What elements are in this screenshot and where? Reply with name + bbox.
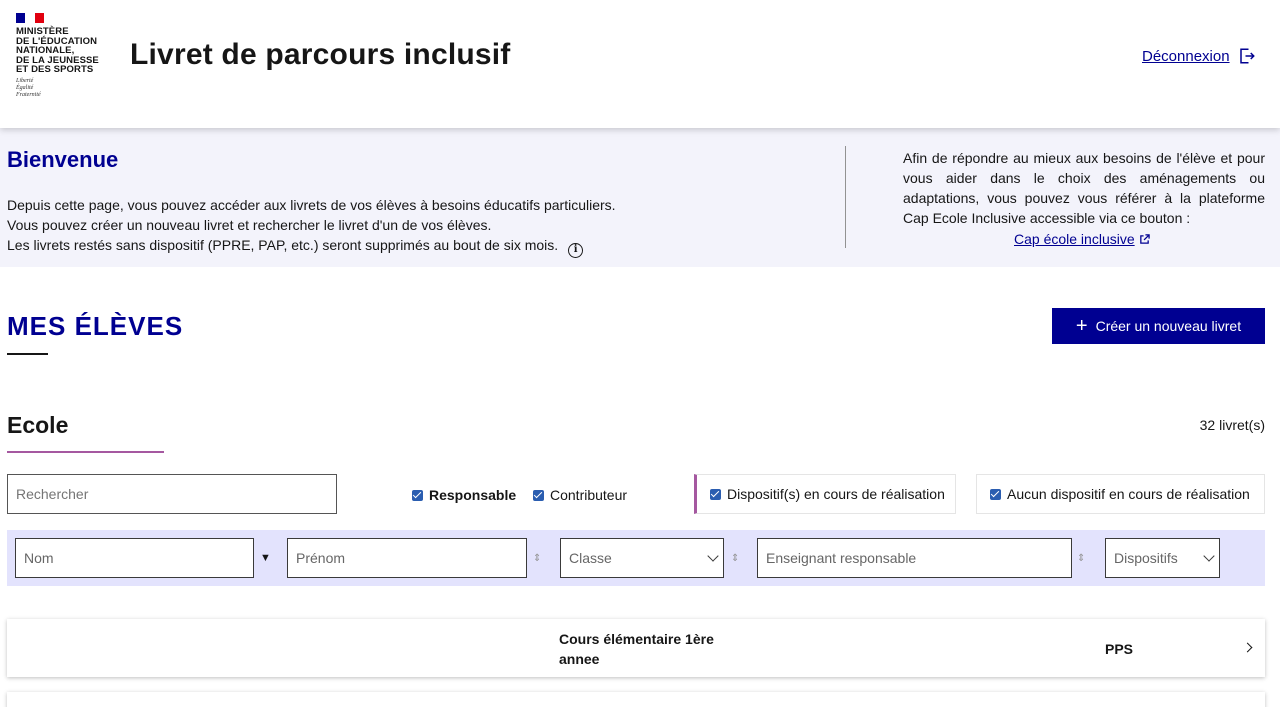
column-filter-nom[interactable]: Nom [15, 538, 254, 578]
app-title: Livret de parcours inclusif [130, 38, 511, 71]
logout-link[interactable]: Déconnexion [1142, 47, 1256, 65]
school-title: Ecole [7, 412, 69, 438]
chevron-down-icon [1203, 550, 1215, 562]
cap-ecole-description: Afin de répondre au mieux aux besoins de… [903, 150, 1265, 226]
plus-icon: + [1075, 315, 1088, 337]
welcome-text: Depuis cette page, vous pouvez accéder a… [7, 195, 807, 258]
logout-icon [1239, 48, 1255, 64]
welcome-band: Bienvenue Depuis cette page, vous pouvez… [0, 128, 1280, 267]
checkbox-checked-icon[interactable] [533, 489, 544, 501]
ministry-logo[interactable]: Ministère de l'Éducation nationale, de l… [16, 13, 108, 99]
chevron-down-icon [707, 550, 719, 562]
sort-icon[interactable]: ⇕ [533, 538, 541, 578]
column-filter-dispositifs[interactable]: Dispositifs [1105, 538, 1220, 578]
column-filter-prenom[interactable]: Prénom [287, 538, 527, 578]
filter-dispositif-en-cours[interactable]: Dispositif(s) en cours de réalisation [694, 474, 956, 514]
create-livret-button[interactable]: + Créer un nouveau livret [1052, 308, 1265, 344]
french-flag-icon [16, 13, 44, 23]
info-icon[interactable]: i [568, 243, 584, 258]
logout-label: Déconnexion [1142, 47, 1230, 65]
search-input[interactable] [7, 474, 337, 514]
sort-icon[interactable]: ⇕ [1077, 538, 1085, 578]
table-row[interactable]: Cours élémentaire 1ère annee PPS [7, 619, 1265, 677]
row-classe: Cours élémentaire 1ère annee [559, 631, 714, 667]
table-header: Nom ▼ Prénom ⇕ Classe ⇕ Enseignant respo… [7, 530, 1265, 586]
section-title: MES ÉLÈVES [7, 311, 184, 341]
checkbox-checked-icon[interactable] [710, 488, 721, 500]
section-underline [7, 353, 48, 355]
cap-ecole-link[interactable]: Cap école inclusive [1014, 231, 1150, 247]
divider [845, 146, 846, 248]
ministry-name: Ministère de l'Éducation nationale, de l… [16, 26, 99, 75]
row-dispositif: PPS [1105, 641, 1134, 657]
checkbox-checked-icon[interactable] [990, 488, 1001, 500]
table-row[interactable] [7, 692, 1265, 707]
livret-count: 32 livret(s) [1199, 417, 1265, 433]
filter-aucun-dispositif[interactable]: Aucun dispositif en cours de réalisation [976, 474, 1265, 514]
chevron-right-icon[interactable] [1242, 642, 1253, 653]
sort-icon[interactable]: ⇕ [731, 538, 739, 578]
checkbox-checked-icon[interactable] [412, 489, 423, 501]
republic-motto: Liberté Égalité Fraternité [16, 77, 41, 98]
filter-contributeur[interactable]: Contributeur [533, 487, 627, 503]
column-filter-enseignant[interactable]: Enseignant responsable [757, 538, 1072, 578]
welcome-title: Bienvenue [7, 147, 119, 172]
site-header: Ministère de l'Éducation nationale, de l… [0, 0, 1280, 128]
sort-desc-icon[interactable]: ▼ [260, 538, 271, 578]
school-underline [7, 451, 164, 453]
column-filter-classe[interactable]: Classe [560, 538, 724, 578]
external-link-icon [1139, 233, 1150, 244]
filter-responsable[interactable]: Responsable [412, 487, 516, 503]
